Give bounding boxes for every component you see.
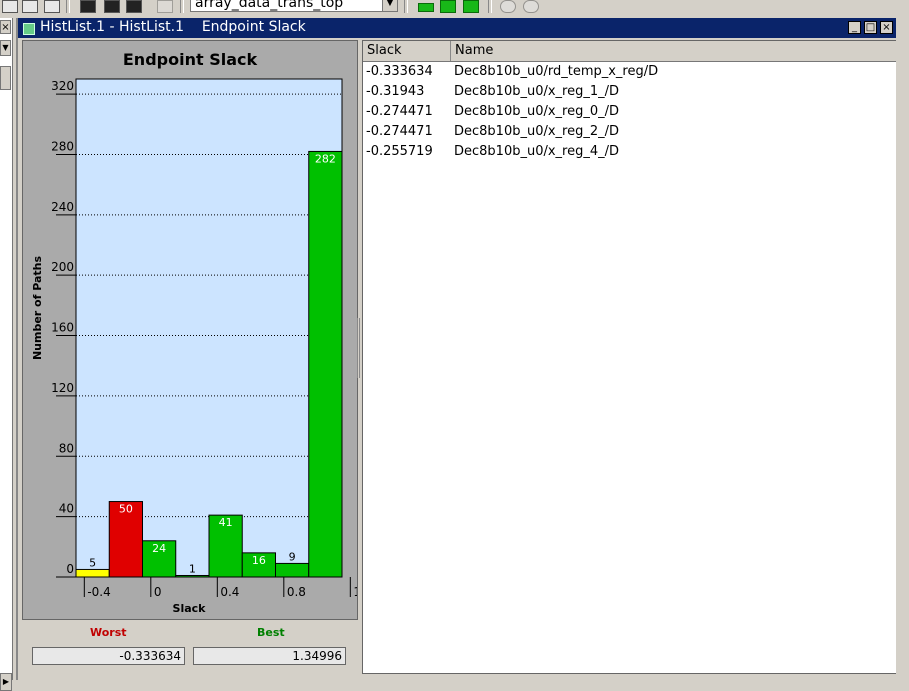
column-header-name[interactable]: Name: [451, 41, 897, 61]
x-tick-label: -0.4: [87, 585, 110, 599]
worst-slack-field: -0.333634: [32, 647, 185, 665]
table-row[interactable]: -0.255719 Dec8b10b_u0/x_reg_4_/D: [363, 142, 897, 162]
toolbar-icon[interactable]: [2, 0, 18, 13]
bar-value-label: 41: [219, 516, 233, 529]
disabled-icon: [157, 0, 173, 13]
histogram-panel: Endpoint Slack 0 40 80 120 160 200 240 280 320 5 5…: [22, 40, 358, 620]
bar-value-label: 24: [152, 542, 166, 555]
x-tick-label: 0.4: [220, 585, 239, 599]
y-tick-label: 320: [51, 79, 74, 93]
green-cell-icon[interactable]: [418, 3, 434, 12]
y-tick-label: 280: [51, 139, 74, 153]
bar-value-label: 16: [252, 554, 266, 567]
close-button[interactable]: ×: [880, 21, 893, 34]
name-cell: Dec8b10b_u0/x_reg_2_/D: [454, 124, 620, 139]
app-icon: [23, 23, 35, 35]
name-cell: Dec8b10b_u0/x_reg_4_/D: [454, 144, 620, 159]
zoom-in-icon[interactable]: [523, 0, 539, 13]
slack-cell: -0.274471: [366, 104, 433, 119]
histogram-bar: [308, 150, 343, 578]
histogram-bar: [175, 574, 210, 578]
y-axis-label: Number of Paths: [31, 256, 44, 361]
minimize-button[interactable]: _: [848, 21, 861, 34]
scroll-right-button[interactable]: ▶: [0, 673, 12, 691]
slack-cell: -0.333634: [366, 64, 433, 79]
table-row[interactable]: -0.333634 Dec8b10b_u0/rd_temp_x_reg/D: [363, 62, 897, 82]
toolbar-separator: [180, 0, 184, 13]
green-cell-icon[interactable]: [463, 0, 479, 13]
chevron-down-icon[interactable]: ▼: [0, 40, 11, 56]
histogram-bar: [75, 568, 110, 578]
name-cell: Dec8b10b_u0/rd_temp_x_reg/D: [454, 64, 659, 79]
bar-value-label: 282: [315, 152, 336, 165]
table-header: Slack Name: [363, 41, 897, 62]
zoom-out-icon[interactable]: [500, 0, 516, 13]
design-select[interactable]: array_data_trans_top ▼: [190, 0, 398, 12]
y-tick-label: 160: [51, 321, 74, 335]
toolbar: array_data_trans_top ▼: [0, 0, 909, 16]
table-row[interactable]: -0.31943 Dec8b10b_u0/x_reg_1_/D: [363, 82, 897, 102]
table-row[interactable]: -0.274471 Dec8b10b_u0/x_reg_0_/D: [363, 102, 897, 122]
histogram-bar: [275, 562, 310, 578]
green-cell-icon[interactable]: [440, 0, 456, 13]
best-slack-field: 1.34996: [193, 647, 346, 665]
x-axis-label: Slack: [173, 602, 207, 615]
bar-value-label: 5: [89, 556, 96, 569]
best-label: Best: [257, 626, 285, 639]
design-select-value: array_data_trans_top: [195, 0, 344, 11]
y-tick-label: 80: [59, 441, 74, 455]
window-titlebar[interactable]: HistList.1 - HistList.1 Endpoint Slack _…: [18, 18, 896, 38]
chevron-down-icon[interactable]: ▼: [382, 0, 397, 11]
maximize-button[interactable]: □: [864, 21, 877, 34]
y-tick-label: 200: [51, 260, 74, 274]
slack-cell: -0.31943: [366, 84, 425, 99]
tool-button[interactable]: [0, 66, 11, 90]
y-tick-label: 0: [66, 562, 74, 576]
background-window: × ▼ ▶: [0, 18, 13, 691]
schematic-icon[interactable]: [80, 0, 96, 13]
schematic-icon[interactable]: [126, 0, 142, 13]
histogram-chart[interactable]: 0 40 80 120 160 200 240 280 320 5 50 24 1 41 16 9 282 -0.…: [23, 41, 357, 619]
toolbar-separator: [488, 0, 492, 13]
worst-label: Worst: [90, 626, 127, 639]
name-cell: Dec8b10b_u0/x_reg_1_/D: [454, 84, 620, 99]
slack-cell: -0.255719: [366, 144, 433, 159]
histlist-window: HistList.1 - HistList.1 Endpoint Slack _…: [16, 18, 909, 680]
y-tick-label: 40: [59, 502, 74, 516]
upload-icon[interactable]: [44, 0, 60, 13]
table-row[interactable]: -0.274471 Dec8b10b_u0/x_reg_2_/D: [363, 122, 897, 142]
bar-value-label: 1: [189, 562, 196, 575]
x-tick-label: 0.8: [287, 585, 306, 599]
toolbar-separator: [66, 0, 70, 13]
slack-cell: -0.274471: [366, 124, 433, 139]
column-header-slack[interactable]: Slack: [363, 41, 451, 61]
y-tick-label: 120: [51, 381, 74, 395]
toolbar-separator: [404, 0, 408, 13]
schematic-icon[interactable]: [104, 0, 120, 13]
bar-value-label: 50: [119, 503, 133, 516]
window-title: HistList.1 - HistList.1 Endpoint Slack: [40, 19, 306, 35]
y-tick-label: 240: [51, 200, 74, 214]
x-tick-label: 1.2: [353, 585, 357, 599]
bar-value-label: 9: [289, 550, 296, 563]
download-icon[interactable]: [22, 0, 38, 13]
window-right-edge: [896, 18, 909, 680]
x-tick-label: 0: [154, 585, 162, 599]
endpoint-table: Slack Name -0.333634 Dec8b10b_u0/rd_temp…: [362, 40, 898, 674]
close-icon[interactable]: ×: [0, 20, 11, 34]
name-cell: Dec8b10b_u0/x_reg_0_/D: [454, 104, 620, 119]
